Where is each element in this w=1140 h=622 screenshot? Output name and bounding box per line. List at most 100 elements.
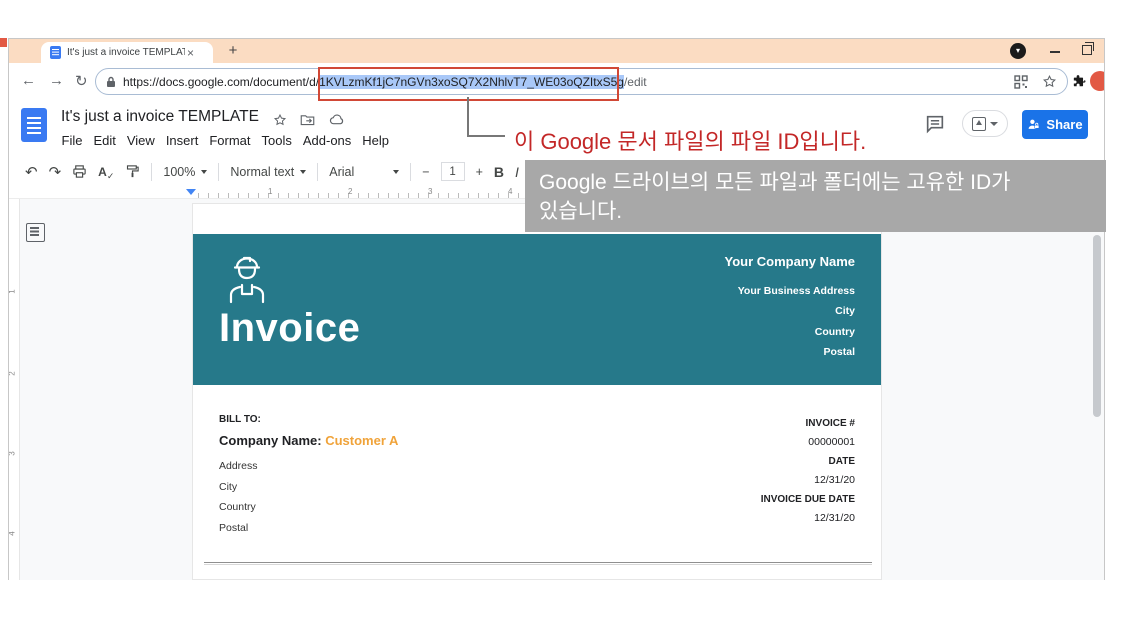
file-id-callout-text: 이 Google 문서 파일의 파일 ID입니다.: [514, 129, 867, 154]
invoice-number: 00000001: [808, 436, 855, 448]
menu-addons[interactable]: Add-ons: [297, 131, 356, 150]
ruler-number: 1: [268, 187, 273, 196]
window-corner-mark: [0, 38, 7, 47]
qr-code-icon[interactable]: [1014, 74, 1028, 89]
docs-favicon-icon: [50, 46, 61, 59]
invoice-number-label: INVOICE #: [805, 418, 855, 429]
present-button[interactable]: [962, 110, 1008, 137]
circle-chevron-down-icon[interactable]: ▾: [1010, 43, 1026, 59]
tooltip-line1: Google 드라이브의 모든 파일과 폴더에는 고유한 ID가: [539, 171, 1011, 194]
font-select[interactable]: Arial: [329, 165, 400, 179]
company-block: Your Company Name Your Business Address …: [724, 252, 855, 363]
invoice-meta-block: INVOICE # 00000001 DATE 12/31/20 INVOICE…: [761, 414, 855, 528]
browser-titlebar: It's just a invoice TEMPLATE - Go × + ▾: [9, 39, 1104, 63]
font-size-input[interactable]: 1: [440, 162, 465, 181]
invoice-date: 12/31/20: [814, 474, 855, 486]
engineer-worker-icon: [229, 256, 265, 304]
ruler-number: 3: [9, 451, 17, 455]
chevron-down-icon: [201, 169, 208, 174]
callout-connector-line: [467, 135, 505, 137]
move-folder-icon[interactable]: [300, 113, 315, 126]
browser-window: It's just a invoice TEMPLATE - Go × + ▾ …: [8, 38, 1105, 580]
restore-window-button[interactable]: [1082, 42, 1094, 55]
menu-insert[interactable]: Insert: [160, 131, 204, 150]
chevron-down-icon: [990, 121, 998, 126]
cloud-status-icon[interactable]: [329, 113, 345, 125]
redo-icon[interactable]: ↷: [49, 163, 62, 181]
menu-help[interactable]: Help: [357, 131, 395, 150]
tab-title: It's just a invoice TEMPLATE - Go: [67, 47, 185, 58]
ruler-number: 3: [428, 187, 433, 196]
menu-tools[interactable]: Tools: [256, 131, 297, 150]
drive-id-tooltip: Google 드라이브의 모든 파일과 폴더에는 고유한 ID가 있습니다.: [525, 160, 1106, 232]
url-prefix: https://docs.google.com/document/d/: [123, 74, 320, 89]
spellcheck-icon[interactable]: A✓: [98, 165, 114, 181]
menu-edit[interactable]: Edit: [88, 131, 121, 150]
ruler-number: 4: [9, 531, 17, 535]
file-id-highlight-box: [318, 67, 619, 101]
document-outline-icon[interactable]: [26, 223, 45, 242]
company-postal: Postal: [823, 346, 855, 358]
customer-name: Customer A: [325, 433, 399, 448]
date-label: DATE: [828, 456, 855, 467]
menu-bar: File Edit View Insert Format Tools Add-o…: [56, 131, 395, 150]
font-size-increase-button[interactable]: +: [476, 165, 483, 179]
invoice-header: Invoice Your Company Name Your Business …: [193, 234, 881, 385]
company-city: City: [835, 305, 855, 317]
chevron-down-icon: [300, 169, 307, 174]
extensions-puzzle-icon[interactable]: [1072, 74, 1088, 90]
menu-view[interactable]: View: [121, 131, 160, 150]
company-country: Country: [814, 325, 855, 338]
present-icon: [972, 116, 986, 131]
browser-tab[interactable]: It's just a invoice TEMPLATE - Go ×: [41, 42, 213, 63]
section-divider: [204, 562, 872, 565]
new-tab-button[interactable]: +: [223, 41, 243, 61]
font-size-decrease-button[interactable]: −: [422, 165, 429, 179]
company-address: Your Business Address: [737, 284, 855, 297]
vertical-scrollbar[interactable]: [1093, 235, 1101, 417]
paragraph-style-select[interactable]: Normal text: [230, 165, 307, 179]
chevron-down-icon: [393, 169, 400, 174]
invoice-due-date: 12/31/20: [814, 512, 855, 524]
ruler-number: 2: [348, 187, 353, 196]
callout-connector-line: [467, 97, 469, 137]
paint-format-icon[interactable]: [125, 164, 140, 179]
ruler-number: 2: [9, 371, 17, 375]
bill-city: City: [219, 480, 238, 493]
minimize-button[interactable]: [1050, 51, 1060, 53]
document-title[interactable]: It's just a invoice TEMPLATE: [61, 108, 259, 126]
zoom-select[interactable]: 100%: [163, 165, 208, 179]
vertical-ruler[interactable]: 1 2 3 4: [9, 199, 20, 580]
comment-icon[interactable]: [924, 113, 946, 135]
document-page[interactable]: Invoice Your Company Name Your Business …: [192, 203, 882, 580]
document-canvas: 1 2 3 4: [9, 199, 1104, 580]
company-name: Your Company Name: [724, 254, 855, 269]
profile-avatar[interactable]: [1090, 71, 1104, 91]
share-label: Share: [1046, 117, 1083, 132]
docs-logo-icon[interactable]: [21, 108, 47, 142]
star-outline-icon[interactable]: [273, 113, 287, 127]
screenshot-canvas: It's just a invoice TEMPLATE - Go × + ▾ …: [0, 0, 1140, 622]
bill-postal: Postal: [219, 521, 249, 534]
reload-icon[interactable]: ↻: [75, 72, 88, 90]
forward-icon[interactable]: →: [49, 72, 64, 89]
due-date-label: INVOICE DUE DATE: [760, 494, 855, 505]
print-icon[interactable]: [72, 164, 87, 179]
menu-file[interactable]: File: [56, 131, 88, 150]
bill-to-block: BILL TO: Company Name: Customer A Addres…: [219, 414, 398, 538]
menu-format[interactable]: Format: [204, 131, 256, 150]
lock-icon: [107, 76, 115, 87]
invoice-title: Invoice: [219, 306, 361, 350]
indent-marker[interactable]: [186, 189, 196, 195]
bill-address: Address: [219, 460, 258, 472]
undo-icon[interactable]: ↶: [25, 163, 38, 181]
tooltip-line2: 있습니다.: [539, 200, 623, 223]
back-icon[interactable]: ←: [21, 72, 36, 89]
url-suffix: /edit: [623, 74, 647, 89]
bold-button[interactable]: B: [494, 164, 504, 180]
bookmark-star-icon[interactable]: [1042, 74, 1057, 89]
share-button[interactable]: Share: [1022, 110, 1088, 139]
tab-close-icon[interactable]: ×: [187, 46, 194, 60]
ruler-number: 1: [9, 289, 17, 293]
italic-button[interactable]: I: [515, 164, 519, 180]
